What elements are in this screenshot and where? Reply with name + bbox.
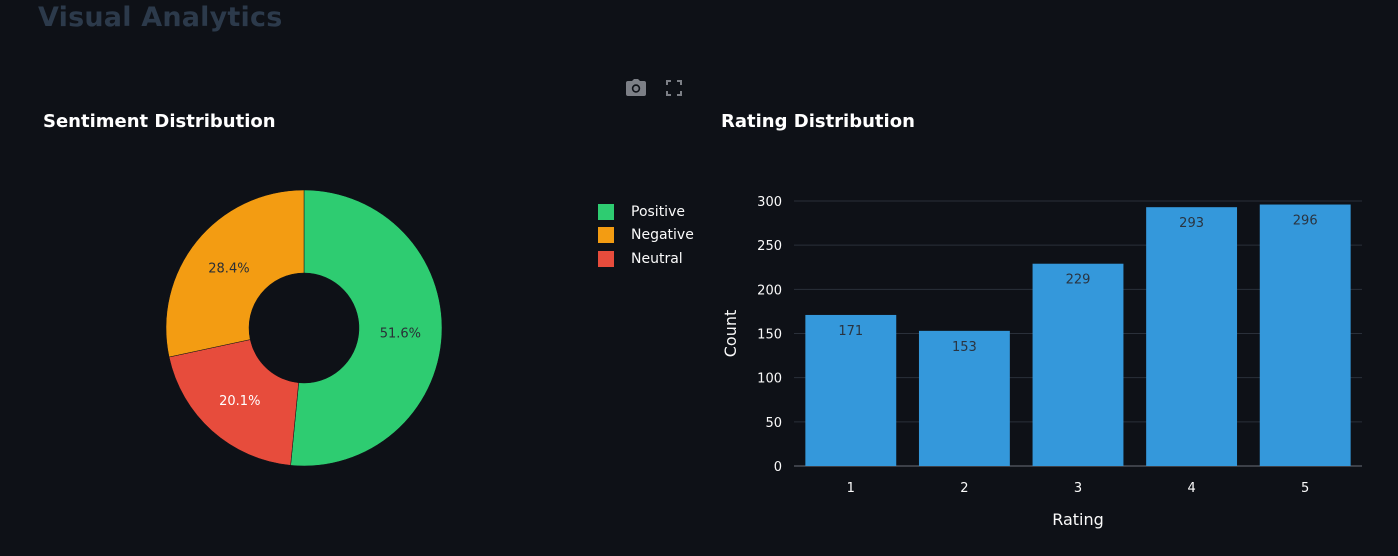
x-tick-label: 2 xyxy=(960,481,968,496)
legend-swatch xyxy=(598,227,614,244)
page: Visual Analytics Sentiment Distribution … xyxy=(0,0,1398,556)
legend-item-neutral[interactable]: Neutral xyxy=(598,247,694,271)
bar-value-label: 171 xyxy=(838,324,863,339)
sentiment-legend: Positive Negative Neutral xyxy=(598,200,694,271)
y-tick-label: 300 xyxy=(757,195,782,210)
bar-value-label: 293 xyxy=(1179,216,1204,231)
x-tick-label: 5 xyxy=(1301,481,1309,496)
legend-item-positive[interactable]: Positive xyxy=(598,200,694,224)
bar-rating-3[interactable] xyxy=(1032,263,1124,466)
pie-value-label: 51.6% xyxy=(380,327,421,342)
y-axis-label: Count xyxy=(721,310,740,358)
bar-rating-5[interactable] xyxy=(1259,204,1351,467)
legend-item-negative[interactable]: Negative xyxy=(598,224,694,248)
bar-rating-4[interactable] xyxy=(1146,207,1238,466)
bar-value-label: 153 xyxy=(952,340,977,355)
pie-value-label: 20.1% xyxy=(219,394,260,409)
y-tick-label: 100 xyxy=(757,372,782,387)
y-tick-label: 50 xyxy=(765,416,782,431)
x-tick-label: 1 xyxy=(847,481,855,496)
y-tick-label: 250 xyxy=(757,239,782,254)
bar-value-label: 296 xyxy=(1293,214,1318,229)
x-tick-label: 3 xyxy=(1074,481,1082,496)
rating-bar-chart: 0 50 100 150 200 250 300 171 1 153 2 229 3 293 4 296 5 Ra… xyxy=(721,195,1362,529)
x-axis-label: Rating xyxy=(1052,510,1104,529)
legend-label: Neutral xyxy=(631,250,683,267)
sentiment-donut-chart: 51.6% 20.1% 28.4% xyxy=(165,189,443,467)
legend-swatch xyxy=(598,250,614,267)
x-tick-label: 4 xyxy=(1187,481,1195,496)
y-tick-label: 200 xyxy=(757,283,782,298)
pie-value-label: 28.4% xyxy=(208,261,249,276)
legend-label: Positive xyxy=(631,203,685,220)
bar-value-label: 229 xyxy=(1066,273,1091,288)
y-tick-label: 0 xyxy=(774,460,782,475)
legend-swatch xyxy=(598,203,614,220)
y-tick-label: 150 xyxy=(757,328,782,343)
legend-label: Negative xyxy=(631,227,694,244)
